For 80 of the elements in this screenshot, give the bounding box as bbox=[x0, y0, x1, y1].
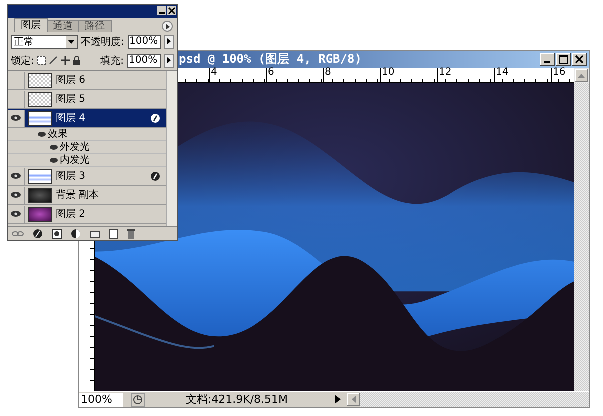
opacity-arrow-button[interactable] bbox=[164, 34, 174, 48]
eye-icon[interactable] bbox=[38, 132, 46, 136]
effect-label: 效果 bbox=[48, 128, 68, 141]
panel-tab[interactable]: 图层 bbox=[14, 18, 48, 32]
left-arrow-icon bbox=[352, 396, 356, 403]
layer-effects-icon[interactable] bbox=[151, 114, 160, 122]
layer-row[interactable]: 图层 4 bbox=[8, 109, 166, 128]
link-icon[interactable] bbox=[12, 230, 24, 236]
layer-effects-icon[interactable] bbox=[151, 172, 160, 180]
fill-field[interactable]: 100% bbox=[127, 54, 161, 68]
vertical-scrollbar[interactable] bbox=[574, 83, 589, 391]
layers-scrollbar[interactable] bbox=[166, 71, 177, 226]
layer-name: 图层 5 bbox=[56, 93, 87, 106]
layer-thumbnail bbox=[28, 206, 52, 222]
right-arrow-icon bbox=[167, 38, 172, 45]
eye-icon[interactable] bbox=[50, 144, 58, 150]
layer-thumbnail bbox=[28, 92, 52, 106]
zoom-field[interactable]: 100% bbox=[79, 392, 123, 406]
layer-name: 图层 4 bbox=[56, 112, 87, 125]
effect-label: 外发光 bbox=[60, 140, 90, 154]
lock-icon[interactable] bbox=[73, 56, 82, 65]
ruler-label: 8 bbox=[323, 68, 380, 82]
ruler-label: 6 bbox=[266, 68, 323, 82]
lock-label: 锁定: bbox=[11, 54, 34, 68]
eye-icon[interactable] bbox=[8, 110, 25, 126]
lock-transparency-icon[interactable] bbox=[37, 56, 46, 65]
layer-row[interactable]: 图层 3 bbox=[8, 167, 166, 186]
layer-name: 图层 3 bbox=[56, 170, 87, 183]
layer-thumbnail bbox=[28, 110, 52, 126]
ruler-label: 16 bbox=[551, 68, 568, 82]
layer-name: 图层 2 bbox=[56, 208, 87, 221]
minimize-button[interactable] bbox=[157, 6, 166, 15]
effect-row[interactable]: 效果 bbox=[8, 128, 166, 141]
opacity-field[interactable]: 100% bbox=[128, 34, 162, 48]
layer-row[interactable]: 图层 2 bbox=[8, 205, 166, 224]
effect-row[interactable]: 外发光 bbox=[8, 141, 166, 154]
minimize-button[interactable] bbox=[540, 53, 555, 66]
layer-row[interactable]: 背景 副本 bbox=[8, 186, 166, 205]
dropdown-arrow-icon bbox=[68, 40, 76, 44]
layer-name: 背景 副本 bbox=[56, 188, 100, 202]
window-title: psd @ 100% (图层 4, RGB/8) bbox=[179, 51, 362, 68]
panel-menu-icon[interactable] bbox=[162, 21, 173, 32]
layer-thumbnail bbox=[28, 188, 52, 202]
scroll-up-button[interactable] bbox=[575, 69, 588, 82]
scroll-left-button[interactable] bbox=[347, 393, 360, 406]
document-size-text: 文档:421.9K/8.51M bbox=[184, 392, 290, 407]
eye-icon[interactable] bbox=[8, 186, 25, 204]
close-button[interactable] bbox=[167, 6, 176, 15]
status-arrow-icon[interactable] bbox=[335, 395, 341, 404]
brush-icon[interactable] bbox=[49, 56, 58, 65]
right-arrow-icon bbox=[167, 57, 171, 64]
eye-icon[interactable] bbox=[8, 168, 25, 184]
effect-row[interactable]: 内发光 bbox=[8, 154, 166, 167]
ruler-label: 4 bbox=[209, 68, 266, 82]
adjustment-layer-icon[interactable] bbox=[71, 228, 81, 238]
trash-icon[interactable] bbox=[127, 228, 135, 238]
blend-mode-dropdown[interactable]: 正常 bbox=[11, 34, 78, 48]
layer-row[interactable]: 图层 6 bbox=[8, 71, 166, 90]
ruler-label: 14 bbox=[494, 68, 551, 82]
mask-icon[interactable] bbox=[52, 228, 62, 238]
panel-tab[interactable]: 路径 bbox=[78, 20, 112, 32]
eye-icon[interactable] bbox=[50, 158, 58, 162]
effect-label: 内发光 bbox=[60, 154, 90, 167]
layer-name: 图层 6 bbox=[56, 74, 87, 87]
fill-label: 填充: bbox=[100, 54, 124, 68]
ruler-label: 12 bbox=[437, 68, 494, 82]
horizontal-scrollbar[interactable] bbox=[360, 392, 589, 407]
layer-style-icon[interactable] bbox=[33, 228, 43, 238]
opacity-label: 不透明度: bbox=[81, 36, 125, 48]
eye-icon[interactable] bbox=[8, 206, 25, 222]
ruler-label: 10 bbox=[380, 68, 437, 82]
layer-thumbnail bbox=[28, 168, 52, 184]
layer-thumbnail bbox=[28, 72, 52, 88]
maximize-button[interactable] bbox=[556, 53, 571, 66]
status-menu-icon[interactable] bbox=[131, 392, 145, 406]
up-arrow-icon bbox=[578, 74, 585, 78]
move-icon[interactable] bbox=[61, 56, 70, 65]
fill-arrow-button[interactable] bbox=[164, 54, 174, 68]
folder-icon[interactable] bbox=[90, 230, 100, 238]
new-layer-icon[interactable] bbox=[109, 228, 118, 238]
